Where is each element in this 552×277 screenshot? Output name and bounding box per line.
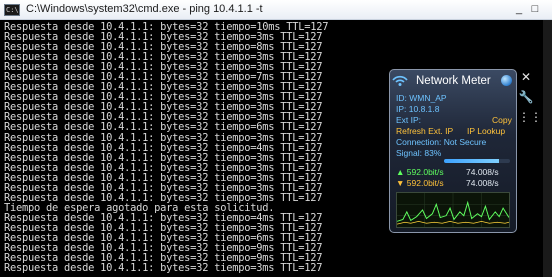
ip-lookup-link[interactable]: IP Lookup <box>467 126 505 136</box>
download-arrow-icon: ▼ <box>396 178 405 188</box>
signal-fill <box>444 159 499 163</box>
copy-link[interactable]: Copy <box>492 115 512 125</box>
gadget-ip: IP: 10.8.1.8 <box>396 104 440 114</box>
drag-handle-icon[interactable]: ⋮⋮ <box>518 109 542 125</box>
signal-label: Signal: 83% <box>396 148 442 158</box>
download-total: 74.008/s <box>466 178 499 188</box>
network-meter-gadget[interactable]: Network Meter ID: WMN_AP IP: 10.8.1.8 Ex… <box>389 69 517 233</box>
connection-status: Connection: Not Secure <box>396 137 487 147</box>
gadget-id: ID: WMN_AP <box>396 93 447 103</box>
traffic-graph <box>396 192 510 228</box>
gadget-title: Network Meter <box>416 75 491 87</box>
globe-icon[interactable] <box>501 75 512 86</box>
ext-ip-label: Ext IP: <box>396 115 422 125</box>
refresh-ext-ip-link[interactable]: Refresh Ext. IP <box>396 126 453 136</box>
console-scrollbar[interactable] <box>543 20 552 277</box>
signal-bar <box>444 159 510 163</box>
upload-arrow-icon: ▲ <box>396 167 405 177</box>
window-title: C:\Windows\system32\cmd.exe - ping 10.4.… <box>26 3 263 15</box>
close-icon[interactable]: ✕ <box>518 69 534 85</box>
title-bar[interactable]: C:\ C:\Windows\system32\cmd.exe - ping 1… <box>0 0 552 20</box>
console-line: Respuesta desde 10.4.1.1: bytes=32 tiemp… <box>4 262 323 275</box>
cmd-icon: C:\ <box>4 4 20 16</box>
wrench-icon[interactable]: 🔧 <box>518 89 534 105</box>
upload-row: ▲ 592.0bit/s <box>396 167 444 177</box>
minimize-button[interactable]: _ <box>512 2 526 16</box>
gadget-side-controls: ✕ 🔧 ⋮⋮ <box>518 69 542 139</box>
download-row: ▼ 592.0bit/s <box>396 178 444 188</box>
download-rate: 592.0bit/s <box>406 178 444 188</box>
wifi-icon <box>392 75 408 86</box>
maximize-button[interactable]: □ <box>528 2 542 16</box>
upload-rate: 592.0bit/s <box>406 167 444 177</box>
upload-total: 74.008/s <box>466 167 499 177</box>
